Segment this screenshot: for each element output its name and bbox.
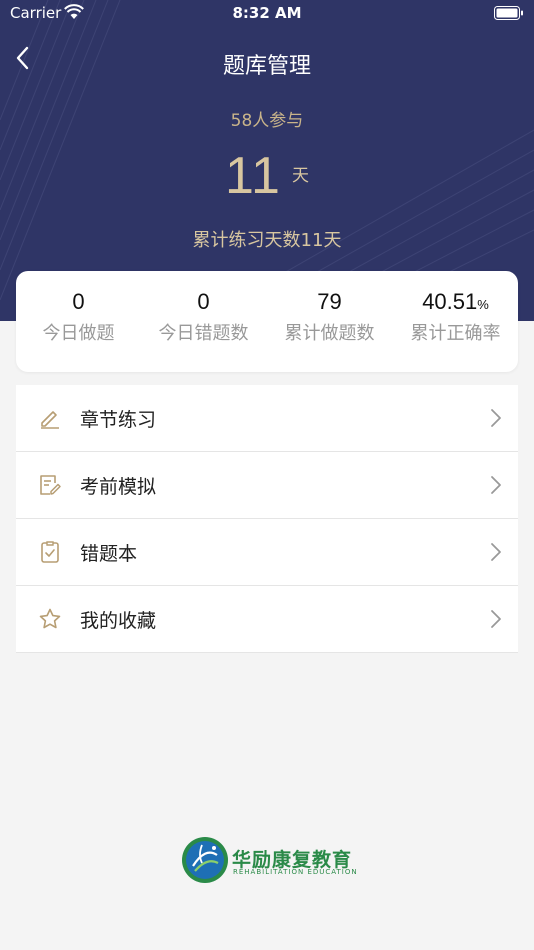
status-time: 8:32 AM xyxy=(232,4,302,22)
logo-emblem-icon xyxy=(182,837,228,883)
status-bar: Carrier 8:32 AM xyxy=(0,0,534,28)
menu-item-favorites[interactable]: 我的收藏 xyxy=(16,586,518,653)
menu-item-label: 错题本 xyxy=(80,543,138,565)
stat-accuracy: 40.51% 累计正确率 xyxy=(393,289,518,345)
chevron-right-icon xyxy=(491,610,501,628)
menu-item-mock-exam[interactable]: 考前模拟 xyxy=(16,452,518,519)
menu-item-label: 考前模拟 xyxy=(80,476,157,498)
brand-subtitle: REHABILITATION EDUCATION xyxy=(233,868,358,876)
menu-item-label: 章节练习 xyxy=(80,409,157,431)
stat-suffix: % xyxy=(477,297,489,312)
document-edit-icon xyxy=(40,475,61,495)
stat-label: 累计正确率 xyxy=(410,323,501,344)
stat-label: 今日做题 xyxy=(42,323,115,344)
practice-days: 11 天 xyxy=(0,146,534,206)
chevron-right-icon xyxy=(491,476,501,494)
stat-label: 累计做题数 xyxy=(284,323,375,344)
brand-logo: 华励康复教育 REHABILITATION EDUCATION xyxy=(180,833,360,887)
stat-today-wrong: 0 今日错题数 xyxy=(141,289,266,345)
stat-total-questions: 79 累计做题数 xyxy=(267,289,392,345)
chevron-right-icon xyxy=(491,409,501,427)
stat-value: 40.51 xyxy=(422,289,478,314)
menu-item-chapter-practice[interactable]: 章节练习 xyxy=(16,385,518,452)
practice-days-unit: 天 xyxy=(292,166,310,186)
stat-value: 79 xyxy=(317,289,342,314)
menu-item-label: 我的收藏 xyxy=(80,610,157,632)
menu-item-wrong-book[interactable]: 错题本 xyxy=(16,519,518,586)
chevron-right-icon xyxy=(491,543,501,561)
stats-card: 0 今日做题 0 今日错题数 79 累计做题数 40.51% 累计正确率 xyxy=(16,271,518,372)
pencil-icon xyxy=(41,411,59,429)
menu-list: 章节练习 考前模拟 错题本 我的收藏 xyxy=(16,385,518,653)
stat-value: 0 xyxy=(197,289,210,314)
participants-count: 58人参与 xyxy=(230,111,304,131)
total-practice-days: 累计练习天数11天 xyxy=(192,230,342,251)
stat-today-questions: 0 今日做题 xyxy=(16,289,141,345)
star-icon xyxy=(39,608,61,629)
practice-days-number: 11 xyxy=(224,147,281,205)
checklist-icon xyxy=(41,541,59,563)
battery-icon xyxy=(494,6,523,20)
stat-value: 0 xyxy=(72,289,85,314)
stat-label: 今日错题数 xyxy=(158,323,249,344)
page-title: 题库管理 xyxy=(222,54,311,79)
